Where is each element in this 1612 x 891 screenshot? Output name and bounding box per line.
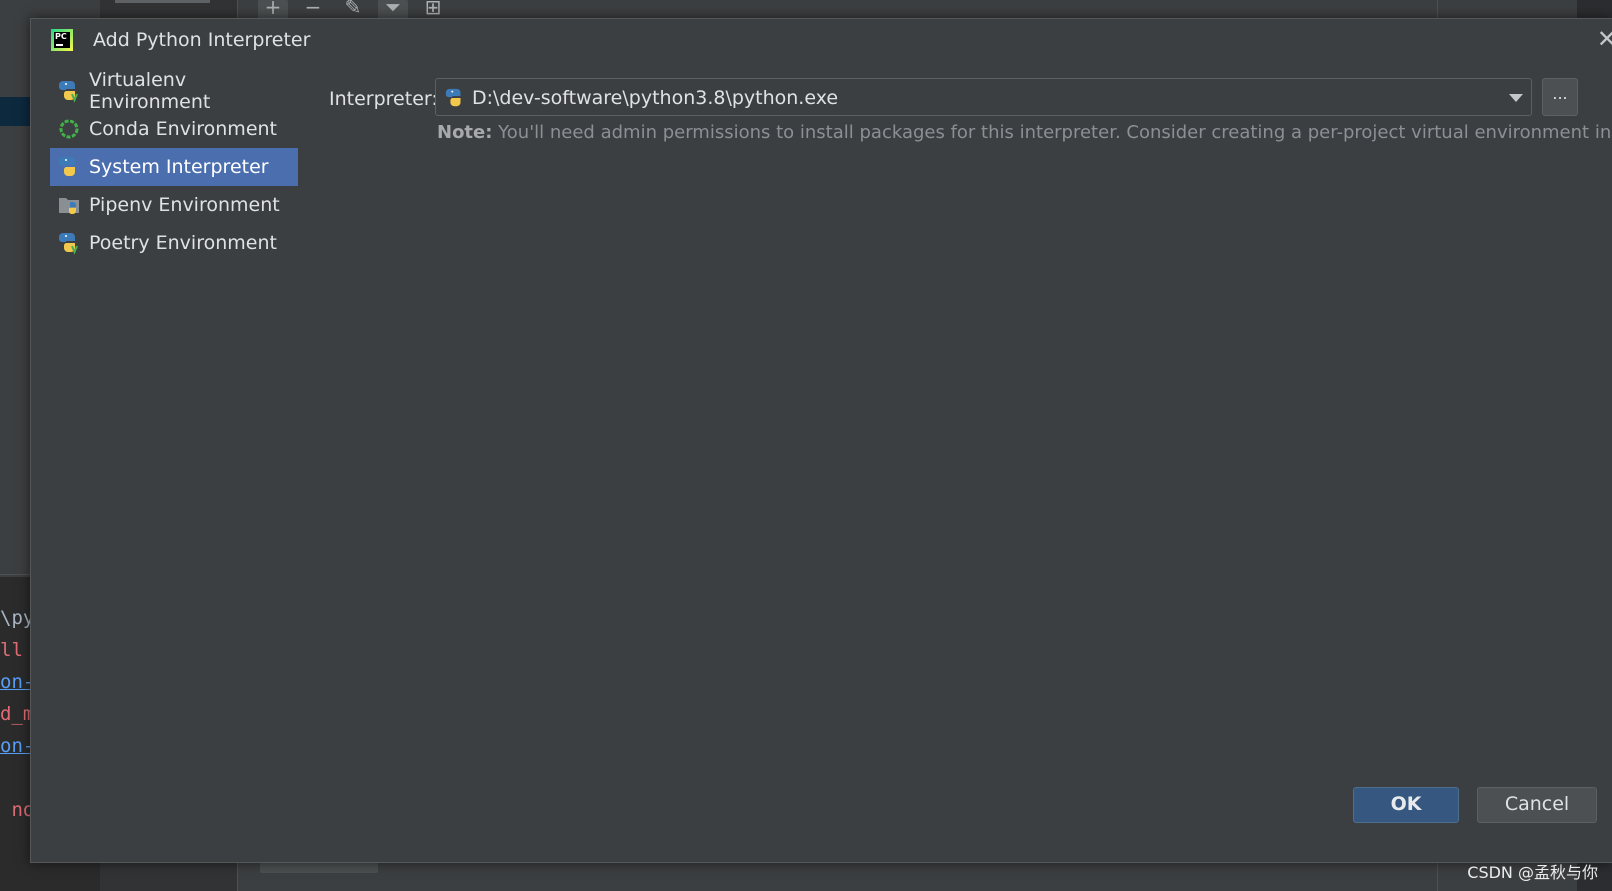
note-text: You'll need admin permissions to install… [492,122,1612,143]
dialog-title-bar[interactable]: PC Add Python Interpreter ✕ [31,19,1612,61]
remove-icon[interactable]: − [298,0,328,20]
pipenv-icon [59,198,79,214]
interpreter-path: D:\dev-software\python3.8\python.exe [472,87,839,109]
horizontal-scrollbar[interactable] [260,863,378,873]
env-item-label: Poetry Environment [89,232,277,254]
env-item-system-interpreter[interactable]: System Interpreter [50,148,298,186]
chevron-down-icon[interactable] [1509,94,1523,102]
edit-icon[interactable]: ✎ [338,0,368,20]
browse-button[interactable]: ... [1542,78,1578,116]
env-item-conda[interactable]: Conda Environment [50,110,298,148]
interpreter-toolbar: + − ✎ ⏷ ⊞ [258,0,448,20]
interpreter-label: Interpreter: [329,88,438,110]
python-icon [445,88,461,107]
env-item-label: Pipenv Environment [89,194,280,216]
tree-icon[interactable]: ⊞ [418,0,448,20]
env-item-poetry[interactable]: Poetry Environment [50,224,298,262]
env-item-label: System Interpreter [89,156,269,178]
python-icon [59,157,75,176]
interpreter-combobox[interactable]: D:\dev-software\python3.8\python.exe [435,78,1532,116]
selected-row-strip [0,97,30,126]
filter-icon[interactable]: ⏷ [378,0,408,20]
pycharm-logo-icon: PC [51,29,73,51]
admin-permission-note: Note: You'll need admin permissions to i… [437,122,1612,143]
env-item-label: Conda Environment [89,118,277,140]
env-item-pipenv[interactable]: Pipenv Environment [50,186,298,224]
add-icon[interactable]: + [258,0,288,20]
virtualenv-icon [59,81,78,103]
env-item-virtualenv[interactable]: Virtualenv Environment [50,69,298,113]
poetry-icon [59,233,78,255]
watermark: CSDN @孟秋与你 [1467,863,1598,882]
dialog-title: Add Python Interpreter [93,29,311,51]
close-icon[interactable]: ✕ [1597,25,1612,53]
tree-tab [115,0,210,3]
cancel-button[interactable]: Cancel [1477,787,1597,823]
note-prefix: Note: [437,122,493,143]
ok-button[interactable]: OK [1353,787,1459,823]
environment-type-list: Virtualenv Environment Conda Environment… [50,69,298,262]
code-line: ll [0,639,23,661]
conda-icon [59,119,79,139]
env-item-label: Virtualenv Environment [89,69,211,113]
add-python-interpreter-dialog: PC Add Python Interpreter ✕ Virtualenv E… [30,18,1612,863]
